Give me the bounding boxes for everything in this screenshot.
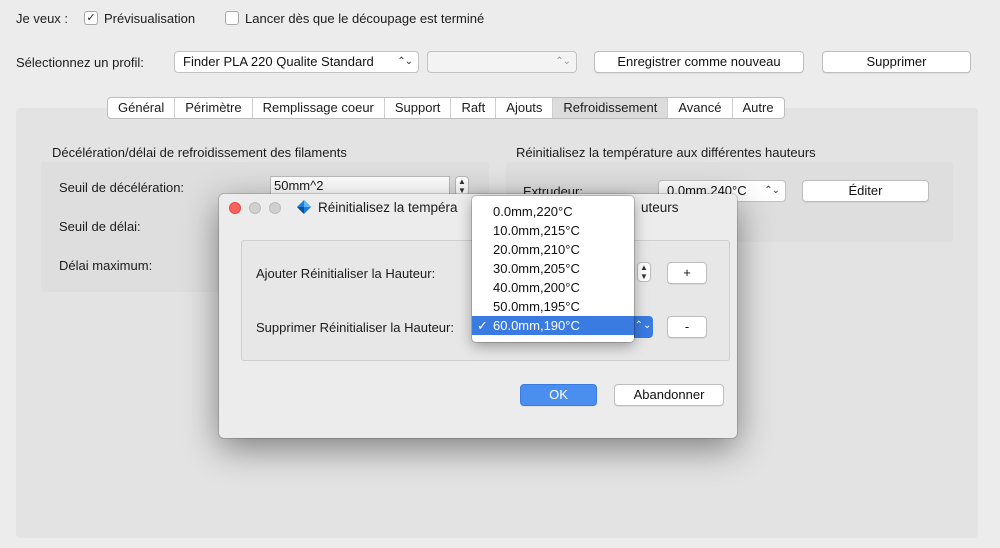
dropdown-option[interactable]: 50.0mm,195°C <box>472 297 634 316</box>
dropdown-option[interactable]: 30.0mm,205°C <box>472 259 634 278</box>
preview-label: Prévisualisation <box>104 11 196 26</box>
tab-2[interactable]: Remplissage coeur <box>253 98 385 118</box>
tab-7[interactable]: Avancé <box>668 98 733 118</box>
left-panel-title: Décélération/délai de refroidissement de… <box>52 145 347 160</box>
dropdown-option[interactable]: ✓ 60.0mm,190°C <box>472 316 634 335</box>
dropdown-option-label: 50.0mm,195°C <box>493 299 580 314</box>
chevron-updown-icon: ⌃⌄ <box>555 56 571 67</box>
zoom-icon[interactable] <box>269 202 281 214</box>
dropdown-option[interactable]: 20.0mm,210°C <box>472 240 634 259</box>
tab-1[interactable]: Périmètre <box>175 98 253 118</box>
secondary-profile-select[interactable]: ⌃⌄ <box>427 51 577 73</box>
add-height-stepper[interactable]: ▲ ▼ <box>637 262 651 282</box>
minimize-icon[interactable] <box>249 202 261 214</box>
chevron-updown-icon: ⌃⌄ <box>634 320 652 331</box>
decel-stepper[interactable]: ▲ ▼ <box>455 176 469 196</box>
decel-label: Seuil de décélération: <box>59 180 185 195</box>
height-dropdown-menu: 0.0mm,220°C 10.0mm,215°C 20.0mm,210°C 30.0m… <box>472 196 634 342</box>
dropdown-option-label: 30.0mm,205°C <box>493 261 580 276</box>
preview-checkbox[interactable]: ✓ <box>84 11 98 25</box>
launch-checkbox[interactable] <box>225 11 239 25</box>
dropdown-option-label: 0.0mm,220°C <box>493 204 573 219</box>
dropdown-option-label: 60.0mm,190°C <box>493 318 580 333</box>
dropdown-option[interactable]: 40.0mm,200°C <box>472 278 634 297</box>
checkmark-icon: ✓ <box>477 318 488 333</box>
remove-height-label: Supprimer Réinitialiser la Hauteur: <box>256 320 454 335</box>
delete-profile-button[interactable]: Supprimer <box>822 51 971 73</box>
ok-button[interactable]: OK <box>520 384 597 406</box>
dropdown-option-label: 20.0mm,210°C <box>493 242 580 257</box>
chevron-up-icon: ▲ <box>640 263 648 272</box>
tab-3[interactable]: Support <box>385 98 452 118</box>
profile-label: Sélectionnez un profil: <box>16 55 144 70</box>
dialog-title: Réinitialisez la tempéra <box>318 200 458 215</box>
dialog-title-tail: uteurs <box>641 200 679 215</box>
tab-bar: Général Périmètre Remplissage coeur Support… <box>107 97 785 119</box>
chevron-updown-icon: ⌃⌄ <box>764 185 780 196</box>
tab-4[interactable]: Raft <box>451 98 497 118</box>
checkmark-icon: ✓ <box>86 12 96 24</box>
profile-select-value: Finder PLA 220 Qualite Standard <box>183 54 374 69</box>
dropdown-option-label: 40.0mm,200°C <box>493 280 580 295</box>
add-height-label: Ajouter Réinitialiser la Hauteur: <box>256 266 436 281</box>
launch-label: Lancer dès que le découpage est terminé <box>245 11 485 26</box>
remove-height-button[interactable]: - <box>667 316 707 338</box>
decel-input[interactable]: 50mm^2 <box>270 176 450 196</box>
app-logo-icon <box>297 200 311 214</box>
chevron-up-icon: ▲ <box>458 177 466 186</box>
dropdown-option[interactable]: 0.0mm,220°C <box>472 202 634 221</box>
delay-label: Seuil de délai: <box>59 219 141 234</box>
add-height-button[interactable]: + <box>667 262 707 284</box>
remove-select-arrow[interactable]: ⌃⌄ <box>633 316 653 338</box>
tab-5[interactable]: Ajouts <box>496 98 554 118</box>
max-delay-label: Délai maximum: <box>59 258 153 273</box>
right-panel-title: Réinitialisez la température aux différe… <box>516 145 816 160</box>
close-icon[interactable] <box>229 202 241 214</box>
profile-select[interactable]: Finder PLA 220 Qualite Standard ⌃⌄ <box>174 51 419 73</box>
edit-button[interactable]: Éditer <box>802 180 929 202</box>
save-as-new-button[interactable]: Enregistrer comme nouveau <box>594 51 804 73</box>
dropdown-option[interactable]: 10.0mm,215°C <box>472 221 634 240</box>
want-label: Je veux : <box>16 11 69 26</box>
chevron-updown-icon: ⌃⌄ <box>397 56 413 67</box>
tab-6[interactable]: Refroidissement <box>553 98 669 118</box>
tab-0[interactable]: Général <box>108 98 176 118</box>
dropdown-option-label: 10.0mm,215°C <box>493 223 580 238</box>
chevron-down-icon: ▼ <box>640 272 648 281</box>
cancel-button[interactable]: Abandonner <box>614 384 724 406</box>
tab-8[interactable]: Autre <box>733 98 784 118</box>
